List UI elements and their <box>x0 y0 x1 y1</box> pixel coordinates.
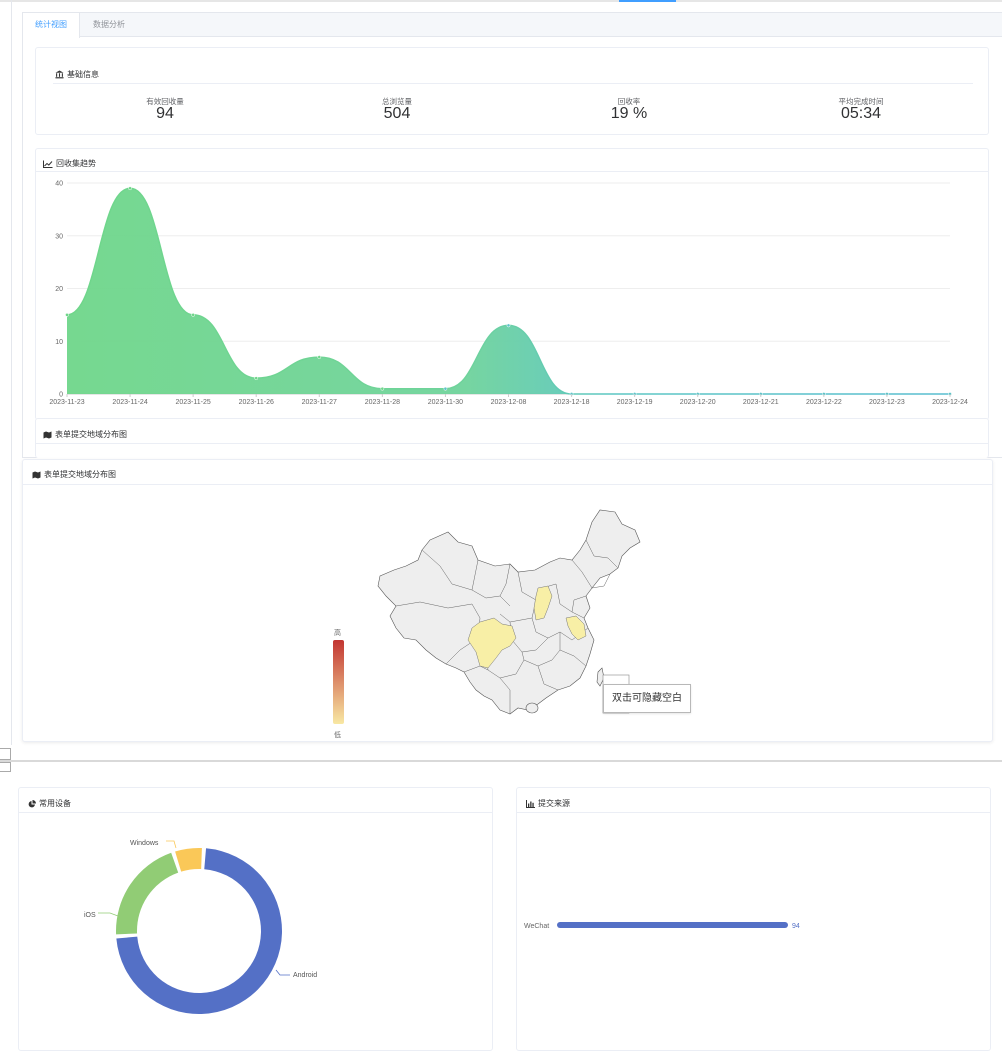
bar-category-label: WeChat <box>524 923 549 930</box>
sources-bar-chart: WeChat 94 <box>524 922 800 930</box>
bar-value-label: 94 <box>792 923 800 930</box>
bar-wechat[interactable] <box>557 922 788 928</box>
